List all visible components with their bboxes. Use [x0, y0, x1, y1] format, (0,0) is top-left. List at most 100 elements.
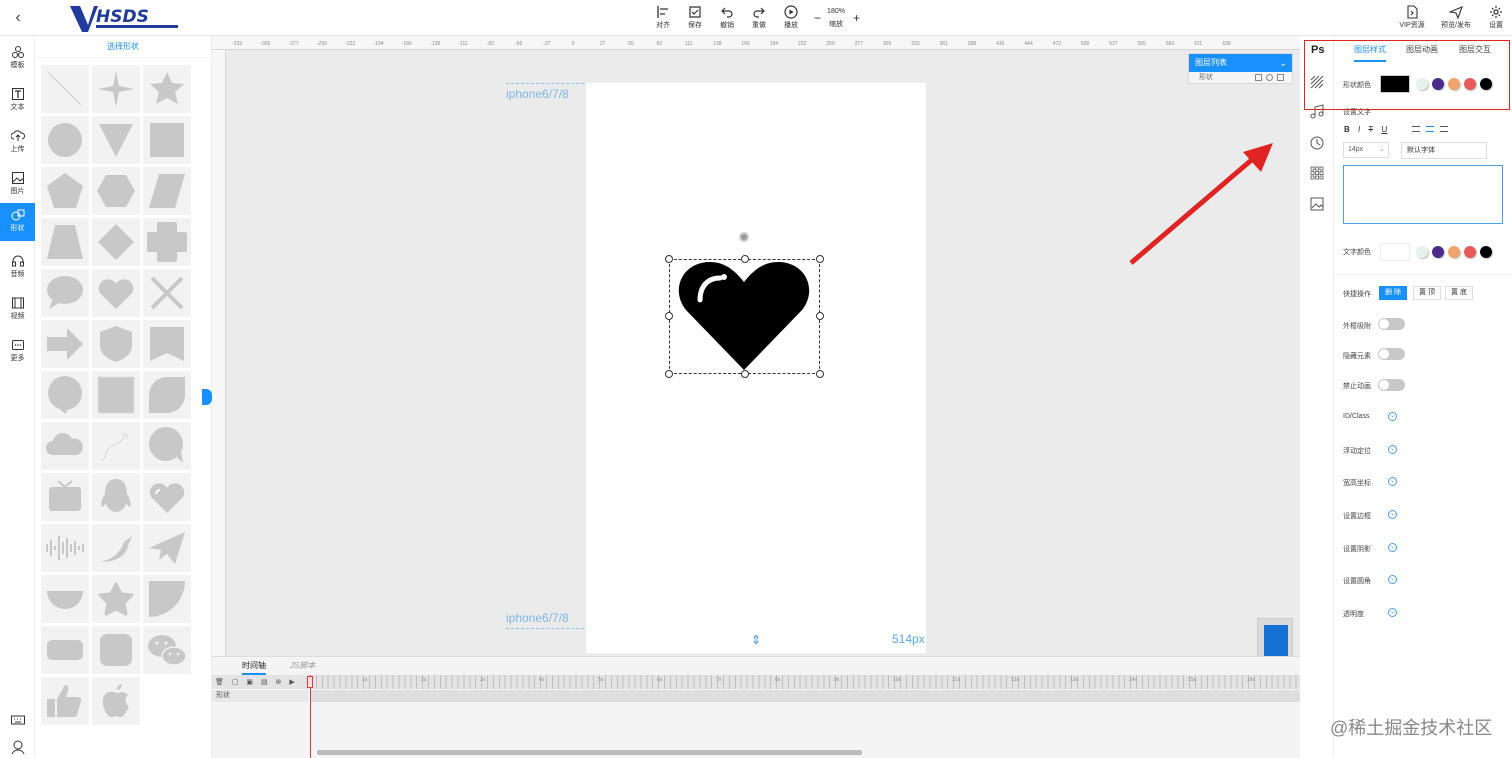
shape-star[interactable]: [143, 65, 191, 113]
lock-icon[interactable]: [1277, 74, 1284, 81]
chevron-down-icon[interactable]: ⌄: [1279, 54, 1287, 72]
expand-opacity-icon[interactable]: ⌄: [1388, 608, 1397, 617]
picture-icon[interactable]: [1309, 196, 1325, 212]
zoom-out-button[interactable]: −: [814, 11, 821, 25]
shape-apple[interactable]: [92, 677, 140, 725]
shape-stamp[interactable]: [92, 371, 140, 419]
rotate-handle[interactable]: [739, 232, 749, 242]
disable-animation-toggle[interactable]: [1378, 379, 1405, 391]
shape-trapezoid[interactable]: [41, 218, 89, 266]
resize-handle-e[interactable]: [816, 312, 824, 320]
text-color-swatch[interactable]: [1380, 243, 1410, 261]
eye-icon[interactable]: [1266, 74, 1273, 81]
shape-heart-shine[interactable]: [143, 473, 191, 521]
shape-speech-bubble[interactable]: [41, 269, 89, 317]
align-button[interactable]: 对齐: [648, 5, 678, 33]
keyboard-icon[interactable]: [10, 712, 26, 728]
resize-handle-nw[interactable]: [665, 255, 673, 263]
bring-to-front-button[interactable]: 置 顶: [1413, 286, 1441, 300]
playhead-handle[interactable]: [307, 676, 313, 688]
nav-item-template[interactable]: 模板: [0, 40, 35, 78]
shape-hexagon[interactable]: [92, 167, 140, 215]
shape-circle[interactable]: [41, 116, 89, 164]
text-content-area[interactable]: [1343, 165, 1503, 224]
resize-handle-n[interactable]: [741, 255, 749, 263]
grid-icon[interactable]: [1309, 165, 1325, 181]
shape-line[interactable]: [41, 65, 89, 113]
zoom-in-button[interactable]: +: [853, 11, 860, 25]
timeline-scrollbar[interactable]: [317, 750, 862, 755]
shape-bubble-left[interactable]: [41, 371, 89, 419]
resize-handle-sw[interactable]: [665, 370, 673, 378]
tab-js-script[interactable]: JS脚本: [290, 660, 315, 671]
shape-paper-plane[interactable]: [143, 524, 191, 572]
text-palette-color-3[interactable]: [1448, 246, 1460, 258]
nav-item-audio[interactable]: 音频: [0, 249, 35, 287]
shape-quarter-circle[interactable]: [143, 575, 191, 623]
nav-item-more[interactable]: 更多: [0, 333, 35, 371]
align-right-icon[interactable]: [1440, 126, 1448, 132]
shape-heart[interactable]: [92, 269, 140, 317]
tab-timeline[interactable]: 时间轴: [242, 660, 266, 675]
resize-handle-w[interactable]: [665, 312, 673, 320]
undo-button[interactable]: 撤销: [712, 5, 742, 33]
text-palette-color-4[interactable]: [1464, 246, 1476, 258]
resize-handle-ne[interactable]: [816, 255, 824, 263]
vip-button[interactable]: VIP资源: [1395, 5, 1429, 33]
align-left-icon[interactable]: [1412, 126, 1420, 132]
timeline-track-label[interactable]: 形状: [212, 690, 308, 702]
nav-item-upload[interactable]: 上传: [0, 124, 35, 162]
expand-shadow-icon[interactable]: ⌄: [1388, 543, 1397, 552]
italic-button[interactable]: I: [1358, 125, 1360, 134]
nav-item-image[interactable]: 图片: [0, 166, 35, 204]
shape-parallelogram[interactable]: [143, 167, 191, 215]
hide-element-toggle[interactable]: [1378, 348, 1405, 360]
delete-button[interactable]: 删 除: [1379, 286, 1407, 300]
shape-cloud[interactable]: [41, 422, 89, 470]
bold-button[interactable]: B: [1344, 125, 1350, 134]
settings-button[interactable]: 设置: [1481, 5, 1511, 33]
layer-list-header[interactable]: 图层列表 ⌄: [1189, 54, 1292, 72]
preview-publish-button[interactable]: 预览/发布: [1437, 5, 1475, 33]
shape-rounded-rect[interactable]: [41, 626, 89, 674]
shape-tv[interactable]: [41, 473, 89, 521]
text-palette-color-2[interactable]: [1432, 246, 1444, 258]
shape-triangle-down[interactable]: [92, 116, 140, 164]
shape-x-mark[interactable]: [143, 269, 191, 317]
timeline-controls[interactable]: 🗑 ▢ ▣ ▤ ⊕ ▶: [215, 678, 298, 686]
text-palette-color-5[interactable]: [1480, 246, 1492, 258]
shape-chat-bubble[interactable]: [143, 422, 191, 470]
shape-leaf[interactable]: [143, 371, 191, 419]
send-to-back-button[interactable]: 置 底: [1445, 286, 1473, 300]
underline-button[interactable]: U: [1381, 125, 1387, 134]
shape-diamond[interactable]: [92, 218, 140, 266]
expand-float-position-icon[interactable]: ⌄: [1388, 445, 1397, 454]
resize-handle-se[interactable]: [816, 370, 824, 378]
edit-icon[interactable]: [1255, 74, 1262, 81]
nav-item-text[interactable]: 文本: [0, 82, 35, 120]
expand-id-class-icon[interactable]: ⌄: [1388, 412, 1397, 421]
expand-size-coords-icon[interactable]: ⌄: [1388, 477, 1397, 486]
play-button[interactable]: 播放: [776, 5, 806, 33]
shape-pentagon[interactable]: [41, 167, 89, 215]
redo-button[interactable]: 重做: [744, 5, 774, 33]
font-family-input[interactable]: 默认字体: [1401, 142, 1487, 159]
shape-thumbs-up[interactable]: [41, 677, 89, 725]
align-center-icon[interactable]: [1426, 126, 1434, 132]
shape-curve-arrow[interactable]: [92, 422, 140, 470]
snap-toggle[interactable]: [1378, 318, 1405, 330]
collapse-panel-button[interactable]: [202, 389, 212, 405]
shape-rounded-star[interactable]: [92, 575, 140, 623]
shape-square[interactable]: [143, 116, 191, 164]
timeline-track[interactable]: [310, 690, 1300, 702]
shape-wechat[interactable]: [143, 626, 191, 674]
history-icon[interactable]: [1309, 135, 1325, 151]
minimap-thumbnail[interactable]: [1257, 618, 1293, 656]
nav-item-shape[interactable]: 形状: [0, 203, 35, 241]
shape-arrow-right[interactable]: [41, 320, 89, 368]
shape-rounded-square[interactable]: [92, 626, 140, 674]
expand-radius-icon[interactable]: ⌄: [1388, 575, 1397, 584]
layer-item[interactable]: 形状: [1189, 72, 1292, 84]
user-service-icon[interactable]: [10, 739, 26, 755]
shape-banner[interactable]: [143, 320, 191, 368]
